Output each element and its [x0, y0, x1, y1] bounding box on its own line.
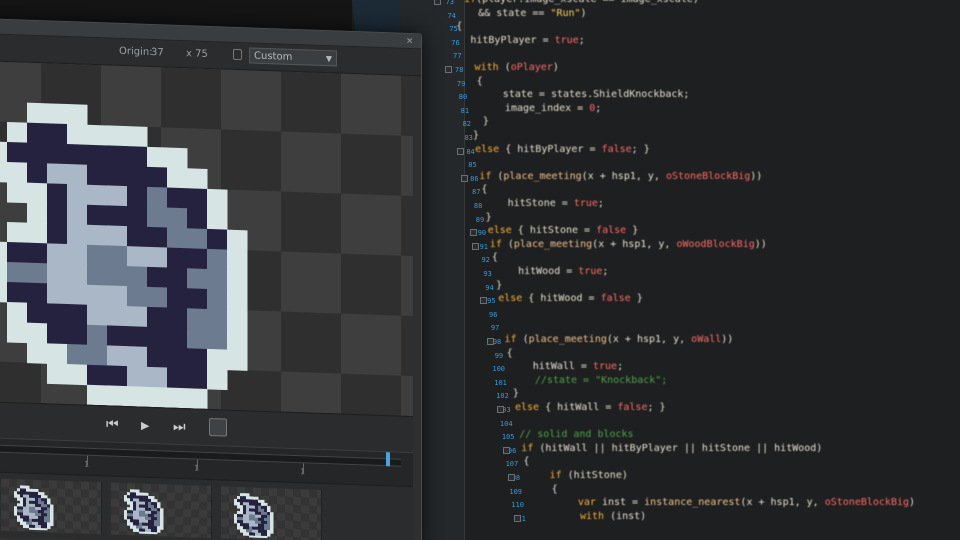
frame-thumbnail[interactable]: [1, 478, 102, 535]
fold-toggle-icon[interactable]: [469, 229, 477, 237]
sprite-editor-window[interactable]: × Origin: 37 x 75 Custom ▼ ⏮ ▶ ⏭ 1 1 1: [0, 18, 422, 540]
origin-y-field[interactable]: x 75: [186, 48, 208, 60]
skip-back-icon[interactable]: ⏮: [106, 416, 119, 432]
code-line[interactable]: }: [486, 212, 492, 223]
code-line[interactable]: {: [507, 348, 513, 359]
fold-toggle-icon[interactable]: [434, 0, 441, 5]
code-line[interactable]: hitWood = true;: [494, 266, 608, 277]
code-line[interactable]: }: [473, 130, 479, 141]
frame-thumbnail[interactable]: [221, 486, 322, 540]
chevron-down-icon: ▼: [325, 54, 332, 64]
fold-toggle-icon[interactable]: [444, 66, 452, 73]
fold-toggle-icon[interactable]: [497, 406, 504, 413]
code-line[interactable]: {: [528, 484, 558, 495]
code-line[interactable]: state = states.ShieldKnockback;: [467, 89, 690, 100]
skip-forward-icon[interactable]: ⏭: [173, 419, 186, 435]
code-lines[interactable]: if(player.image_xscale == image_xscale) …: [352, 0, 960, 540]
origin-label: Origin:: [119, 45, 153, 59]
code-line[interactable]: //state = "Knockback";: [511, 375, 667, 386]
code-line[interactable]: {: [492, 252, 498, 263]
origin-preset-select[interactable]: Custom ▼: [249, 47, 337, 67]
code-line[interactable]: hitWall = true;: [509, 361, 623, 372]
play-icon[interactable]: ▶: [141, 418, 149, 434]
code-line[interactable]: hitStone = true;: [484, 198, 604, 209]
origin-preset-value: Custom: [254, 50, 293, 63]
playhead[interactable]: [386, 452, 390, 467]
lock-icon[interactable]: [233, 48, 242, 61]
onion-skin-icon[interactable]: [209, 417, 227, 437]
code-line[interactable]: if (place_meeting(x + hsp1, y, oStoneBlo…: [479, 171, 762, 182]
sprite-image: [0, 102, 248, 410]
code-line[interactable]: }: [496, 280, 502, 291]
code-line[interactable]: image_index = 0;: [469, 103, 601, 114]
code-editor[interactable]: 73 74 75 76 77 78 79 80 81 82 83 84 85 86 87 88 89 90 91 92…: [352, 0, 960, 540]
code-line[interactable]: {: [465, 76, 483, 87]
frame-thumbnail[interactable]: [111, 482, 212, 539]
timeline-tick-label: 1: [194, 463, 199, 473]
fold-toggle-icon[interactable]: [480, 297, 488, 305]
screen: 73 74 75 76 77 78 79 80 81 82 83 84 85 86 87 88 89 90 91 92…: [0, 0, 960, 540]
code-line[interactable]: {: [481, 184, 487, 195]
code-line[interactable]: if (place_meeting(x + hsp1, y, oWoodBloc…: [490, 239, 767, 250]
code-line[interactable]: if (hitStone): [526, 470, 628, 481]
code-line[interactable]: else { hitWood = false }: [498, 293, 643, 304]
code-line[interactable]: hitByPlayer = true;: [458, 35, 584, 46]
code-line[interactable]: else { hitWall = false; }: [515, 402, 666, 413]
origin-x-field[interactable]: 37: [151, 47, 164, 58]
code-line[interactable]: {: [523, 456, 529, 467]
code-line[interactable]: if (hitWall || hitByPlayer || hitStone |…: [521, 443, 822, 454]
fold-toggle-icon[interactable]: [457, 147, 465, 155]
fold-toggle-icon[interactable]: [503, 446, 511, 454]
code-line[interactable]: else { hitStone = false }: [488, 225, 639, 236]
code-line[interactable]: else { hitByPlayer = false; }: [475, 144, 650, 155]
timeline-tick-label: 1: [300, 467, 305, 477]
code-line[interactable]: {: [456, 21, 462, 32]
code-line[interactable]: }: [471, 116, 489, 127]
code-line[interactable]: // solid and blocks: [519, 429, 633, 440]
code-line[interactable]: }: [513, 388, 519, 399]
fold-toggle-icon[interactable]: [513, 514, 521, 522]
code-line[interactable]: && state == "Run"): [454, 8, 586, 19]
sprite-canvas[interactable]: [0, 61, 413, 417]
timeline-tick-label: 1: [84, 459, 89, 469]
fold-toggle-icon[interactable]: [507, 474, 515, 481]
code-line[interactable]: if (place_meeting(x + hsp1, y, oWall)): [505, 334, 734, 345]
code-line[interactable]: with (inst): [532, 511, 646, 522]
code-line[interactable]: with (oPlayer): [463, 62, 559, 73]
code-line[interactable]: if(player.image_xscale == image_xscale): [452, 0, 699, 5]
fold-toggle-icon[interactable]: [471, 242, 479, 250]
fold-toggle-icon[interactable]: [486, 338, 494, 345]
code-line[interactable]: var inst = instance_nearest(x + hsp1, y,…: [530, 497, 915, 508]
fold-toggle-icon[interactable]: [461, 174, 469, 182]
close-icon[interactable]: ×: [406, 34, 413, 48]
